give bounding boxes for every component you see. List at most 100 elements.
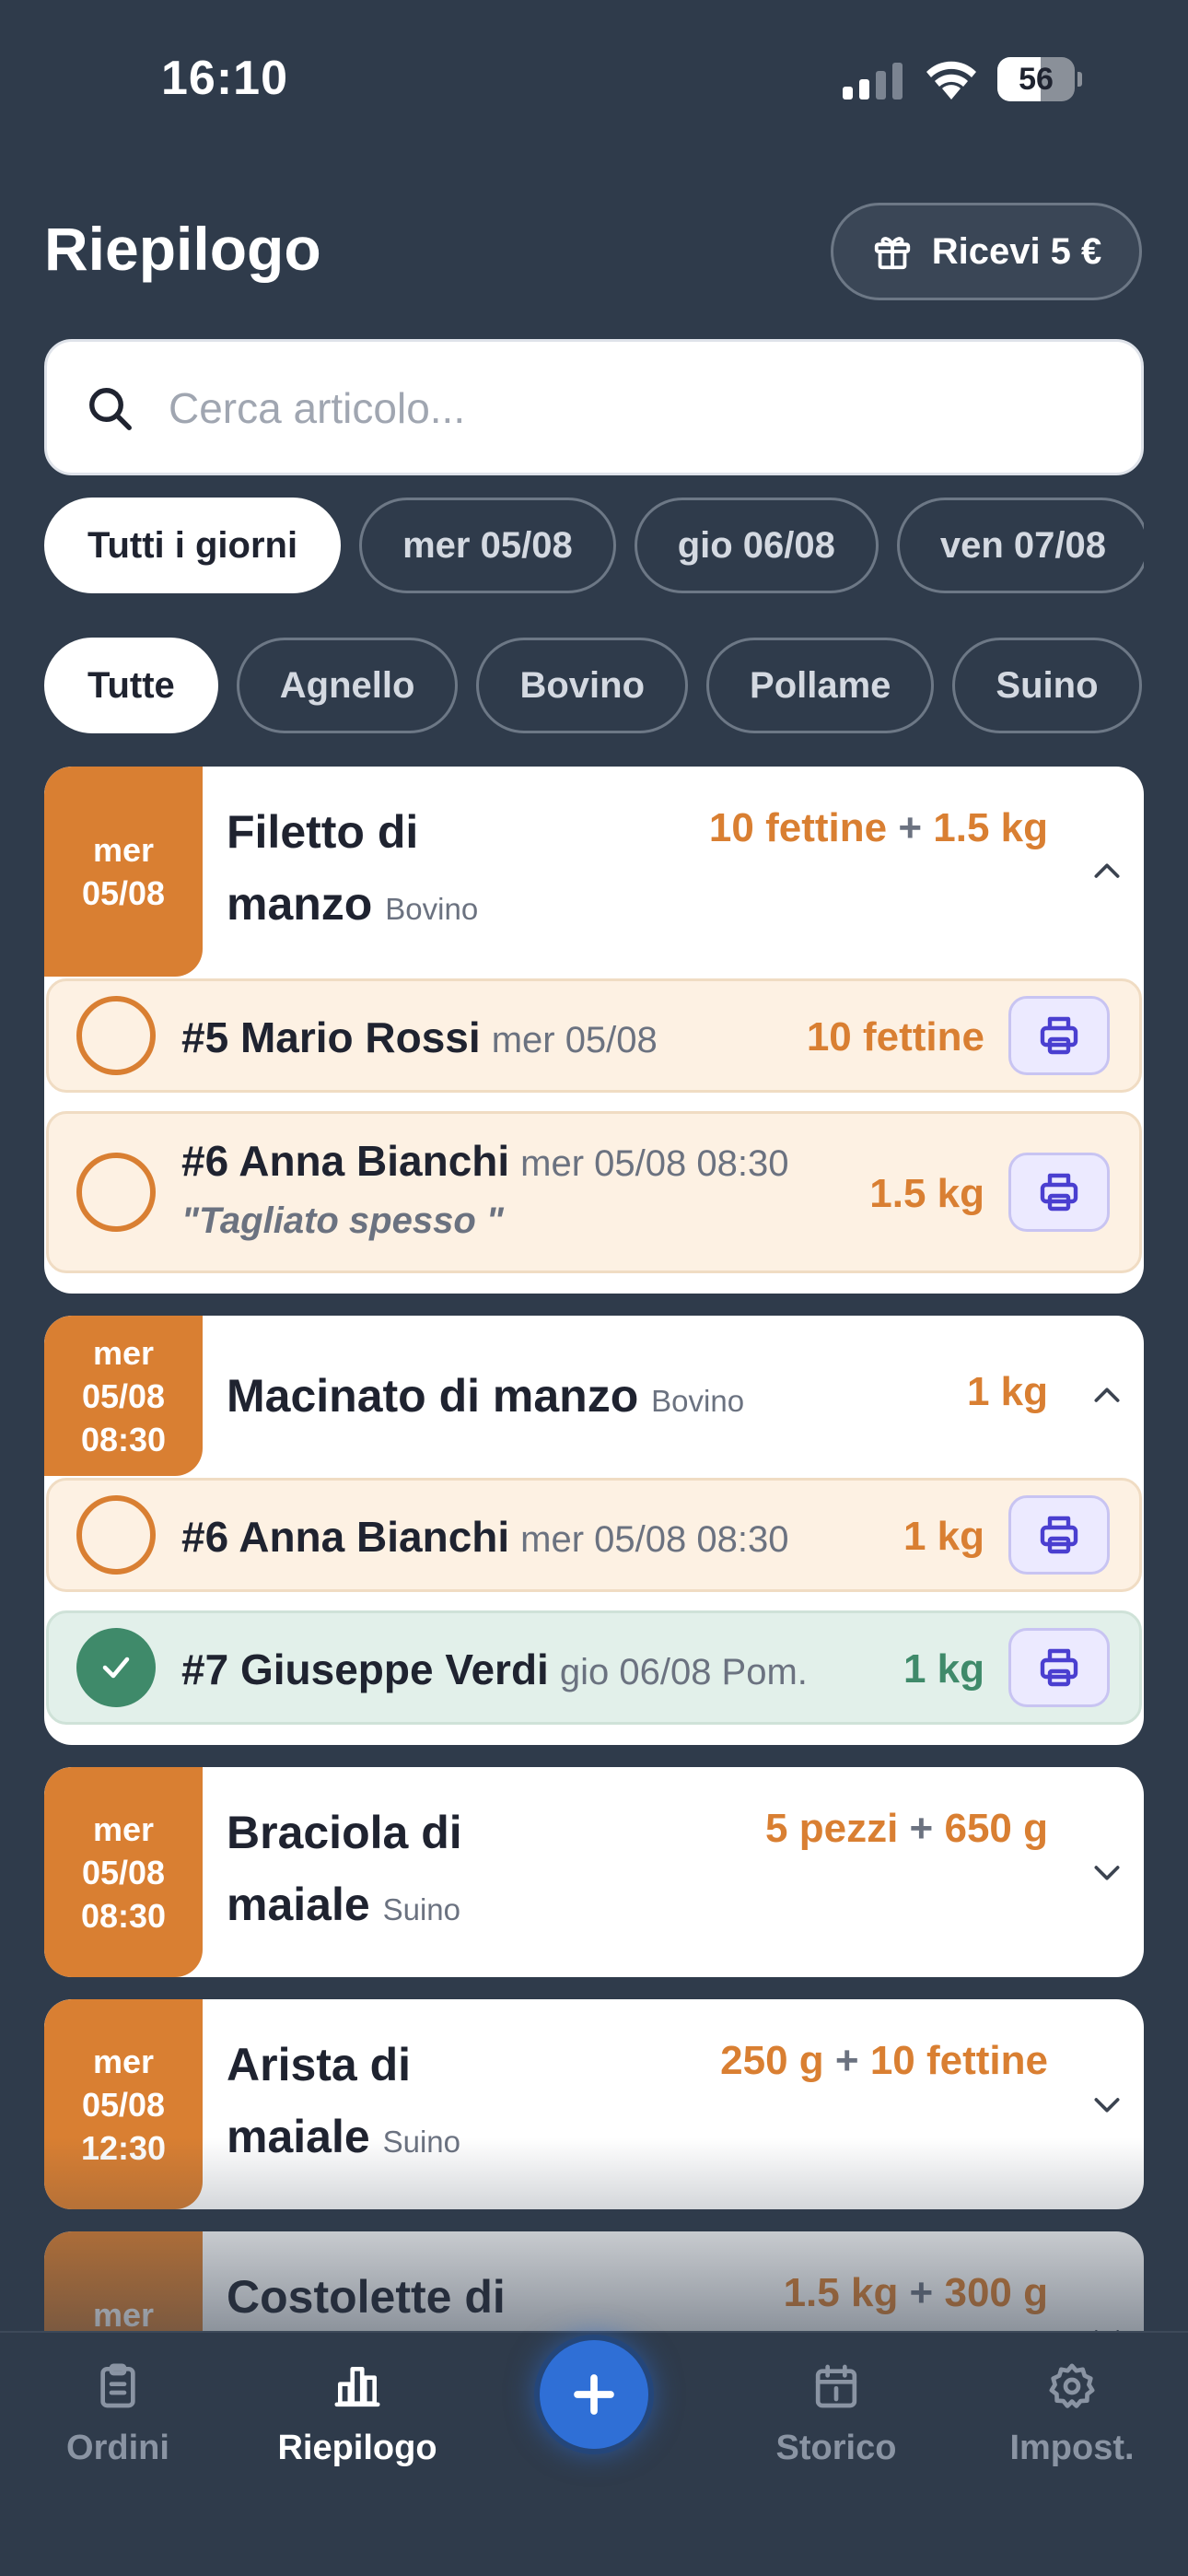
product-name-line: Macinato di manzo — [227, 1370, 639, 1422]
product-category: Suino — [382, 1892, 460, 1926]
day-filter-chip[interactable]: gio 06/08 — [634, 498, 879, 593]
add-order-button[interactable] — [534, 2335, 654, 2454]
quantity-part: 5 pezzi — [765, 1806, 899, 1851]
order-quantity: 10 fettine — [806, 1014, 984, 1060]
category-filter-chip[interactable]: Tutte — [44, 638, 218, 733]
printer-icon — [1040, 1016, 1078, 1055]
order-note: "Tagliato spesso " — [181, 1200, 504, 1241]
product-name-line: Filetto di — [227, 806, 419, 858]
quantity-part: 10 fettine — [708, 805, 888, 850]
order-check-toggle[interactable] — [76, 1628, 156, 1707]
print-button[interactable] — [1008, 1495, 1110, 1575]
order-quantity: 1.5 kg — [869, 1171, 984, 1216]
chevron-down-icon[interactable] — [1089, 2086, 1125, 2123]
tab-impost[interactable]: Impost. — [961, 2360, 1182, 2468]
order-quantity: 1 kg — [903, 1646, 984, 1692]
date-badge-line: 05/08 — [81, 1853, 166, 1891]
product-name-line: Arista di — [227, 2039, 412, 2090]
order-row[interactable]: #6 Anna Bianchi mer 05/08 08:30 1 kg — [46, 1478, 1142, 1592]
search-bar[interactable] — [44, 339, 1144, 475]
gear-icon — [1049, 2363, 1095, 2408]
day-filter-chip[interactable]: mer 05/08 — [359, 498, 616, 593]
signal-icon — [843, 63, 903, 100]
order-customer: #7 Giuseppe Verdi — [181, 1645, 549, 1693]
status-time: 16:10 — [161, 52, 288, 105]
order-row[interactable]: #5 Mario Rossi mer 05/08 10 fettine — [46, 978, 1142, 1093]
product-category: Bovino — [385, 892, 479, 926]
order-check-toggle[interactable] — [76, 996, 156, 1075]
category-filter-chip[interactable]: Pollame — [706, 638, 935, 733]
product-category: Bovino — [651, 1384, 745, 1418]
date-badge-line: 08:30 — [80, 1896, 167, 1935]
order-customer: #6 Anna Bianchi — [181, 1513, 510, 1561]
bar-chart-icon — [334, 2367, 380, 2407]
day-filter-chip[interactable]: Tutti i giorni — [44, 498, 342, 593]
chevron-down-icon[interactable] — [1089, 1854, 1125, 1891]
date-badge-line: mer — [92, 831, 155, 869]
battery-level: 56 — [1019, 62, 1054, 97]
product-quantity: 5 pezzi + 650 g — [765, 1806, 1048, 1851]
order-date: mer 05/08 — [491, 1020, 658, 1060]
order-title: #5 Mario Rossi mer 05/08 — [181, 1013, 658, 1062]
quantity-part: 1 kg — [966, 1369, 1048, 1414]
order-row[interactable]: #7 Giuseppe Verdi gio 06/08 Pom. 1 kg — [46, 1610, 1142, 1725]
order-quantity: 1 kg — [903, 1514, 984, 1559]
day-filter-row: Tutti i giorni mer 05/08 gio 06/08 ven 07/0… — [44, 498, 1144, 599]
date-badge: mer 05/08 08:30 — [44, 1767, 203, 1977]
tab-storico[interactable]: Storico — [726, 2360, 947, 2468]
print-button[interactable] — [1008, 1153, 1110, 1232]
order-date: mer 05/08 08:30 — [520, 1143, 789, 1184]
product-list: mer 05/08 Filetto di manzo Bovino 10 fettine… — [44, 767, 1144, 2333]
day-filter-chip[interactable]: ven 07/08 — [896, 498, 1144, 593]
product-name-line: manzo — [227, 878, 373, 930]
chevron-up-icon[interactable] — [1089, 1377, 1125, 1414]
order-customer: #5 Mario Rossi — [181, 1013, 481, 1061]
order-row[interactable]: #6 Anna Bianchi mer 05/08 08:30 "Tagliato … — [46, 1111, 1142, 1273]
printer-icon — [1040, 1648, 1078, 1687]
print-button[interactable] — [1008, 1628, 1110, 1707]
page-title: Riepilogo — [44, 215, 321, 283]
print-button[interactable] — [1008, 996, 1110, 1075]
order-date: mer 05/08 08:30 — [520, 1519, 789, 1560]
search-icon — [89, 388, 132, 430]
date-badge-line: mer — [92, 1333, 155, 1372]
date-badge-line: mer — [92, 2042, 155, 2080]
product-quantity: 1 kg — [967, 1369, 1048, 1415]
quantity-part: 250 g — [720, 2038, 824, 2083]
check-icon — [102, 1657, 130, 1679]
product-card: mer 05/08 08:30 Macinato di manzo Bovino 1 k… — [44, 1316, 1144, 1745]
battery-indicator: 56 — [997, 57, 1082, 101]
order-check-toggle[interactable] — [76, 1495, 156, 1575]
product-name-line: maiale — [227, 1879, 370, 1930]
date-badge-line: 05/08 — [81, 1376, 166, 1415]
order-title: #6 Anna Bianchi mer 05/08 08:30 — [181, 1512, 788, 1562]
quantity-part: 1.5 kg — [933, 805, 1048, 850]
clipboard-icon — [100, 2363, 135, 2408]
category-filter-chip[interactable]: Bovino — [476, 638, 689, 733]
order-check-toggle[interactable] — [76, 1153, 156, 1232]
product-quantity: 10 fettine + 1.5 kg — [708, 805, 1048, 850]
product-card: mer 05/08 08:30 Braciola di maiale Suino 5 pe… — [44, 1767, 1144, 1977]
date-badge-line: 08:30 — [80, 1420, 167, 1458]
product-name[interactable]: Braciola di maiale Suino — [227, 1797, 462, 1946]
gift-icon — [874, 237, 910, 270]
tab-ordini[interactable]: Ordini — [7, 2360, 228, 2468]
tab-label: Ordini — [66, 2429, 169, 2467]
category-filter-chip[interactable]: Agnello — [236, 638, 459, 733]
calendar-icon — [815, 2364, 857, 2408]
referral-button[interactable]: Ricevi 5 € — [831, 203, 1142, 300]
product-name[interactable]: Macinato di manzo Bovino — [227, 1360, 744, 1437]
search-input[interactable] — [169, 369, 1089, 447]
referral-label: Ricevi 5 € — [931, 230, 1102, 272]
plus-icon — [574, 2374, 614, 2415]
product-name[interactable]: Filetto di manzo Bovino — [227, 796, 478, 945]
quantity-part: 10 fettine — [869, 2038, 1048, 2083]
chevron-up-icon[interactable] — [1089, 853, 1125, 890]
tab-label: Riepilogo — [277, 2429, 437, 2467]
tab-riepilogo[interactable]: Riepilogo — [247, 2360, 468, 2468]
tab-label: Impost. — [1009, 2429, 1135, 2467]
date-badge-line: mer — [92, 1809, 155, 1848]
category-filter-chip[interactable]: Suino — [952, 638, 1142, 733]
date-badge-line: 05/08 — [81, 874, 166, 912]
date-badge-line: 05/08 — [81, 2085, 166, 2124]
